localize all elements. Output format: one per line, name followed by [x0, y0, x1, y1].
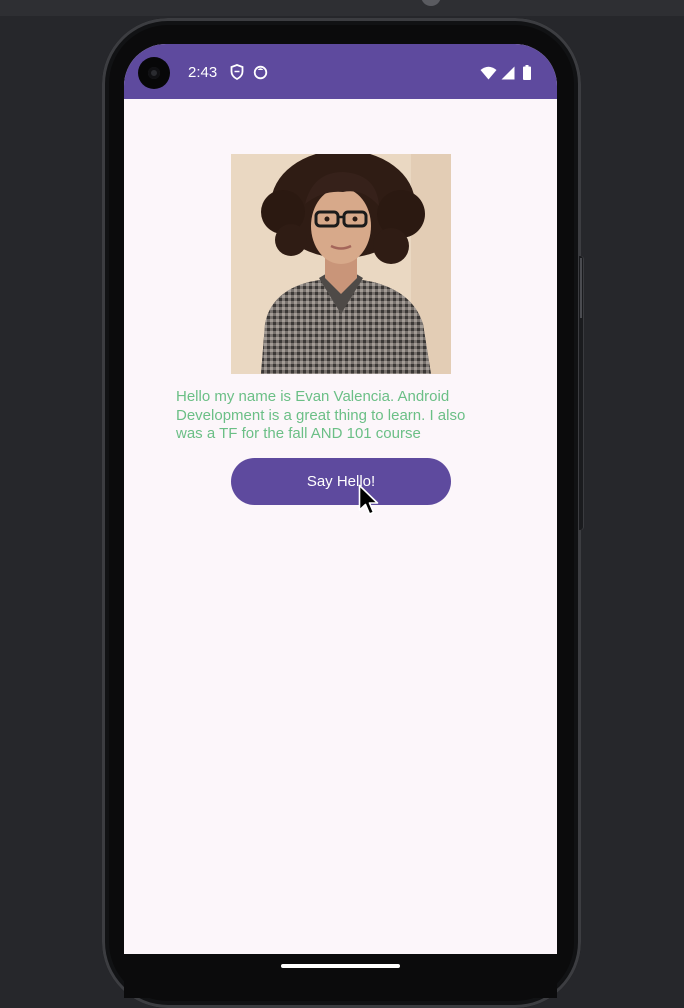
front-camera	[138, 57, 170, 89]
status-icons-right	[480, 65, 531, 85]
power-button[interactable]	[580, 258, 582, 318]
camera-lens	[148, 67, 160, 79]
battery-icon	[523, 65, 531, 85]
emulator-toolbar	[0, 0, 684, 16]
shield-icon	[230, 64, 244, 81]
profile-photo	[231, 154, 451, 374]
app-screen: 2:43 Hello my name is Evan Valencia. And…	[124, 44, 557, 954]
vpn-icon	[253, 64, 268, 80]
bio-text: Hello my name is Evan Valencia. Android …	[176, 388, 466, 442]
status-time: 2:43	[188, 64, 218, 81]
signal-icon	[501, 66, 515, 85]
side-button[interactable]	[579, 256, 584, 530]
mouse-pointer-icon	[358, 484, 380, 520]
status-bar: 2:43	[124, 44, 557, 99]
say-hello-button[interactable]: Say Hello!	[231, 458, 451, 505]
navigation-bar	[124, 954, 557, 998]
wifi-icon	[480, 66, 497, 85]
emulator-indicator	[421, 0, 441, 6]
home-indicator[interactable]	[281, 964, 400, 968]
